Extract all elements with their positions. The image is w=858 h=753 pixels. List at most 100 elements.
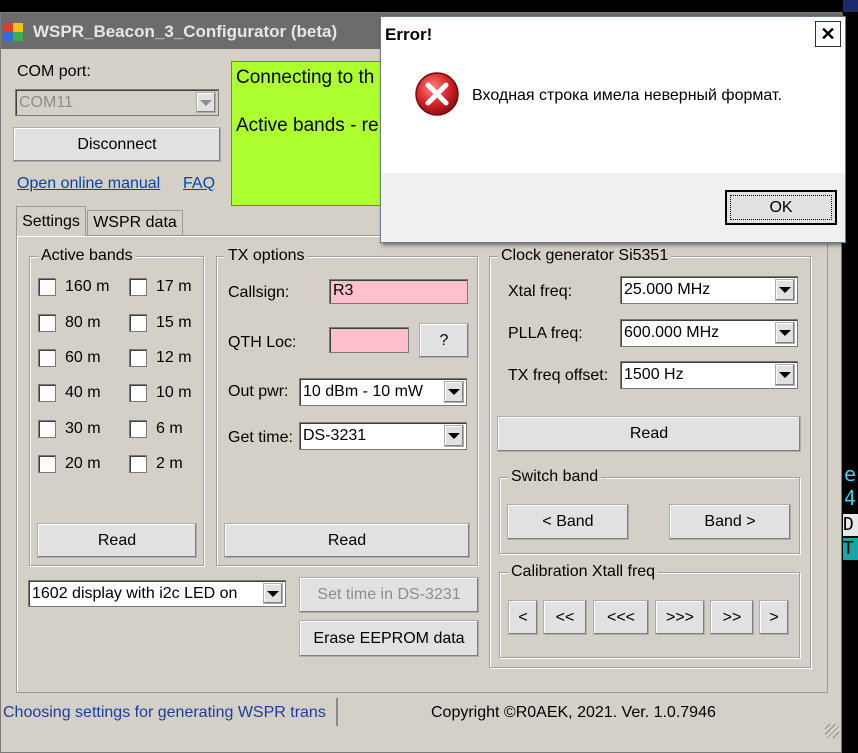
band-checkbox[interactable] [129, 455, 147, 473]
band-checkbox[interactable] [129, 384, 147, 402]
tx-options-group: TX options Callsign: R3 QTH Loc: ? Out p… [216, 247, 478, 566]
cal-up-3-button[interactable]: >>> [655, 600, 705, 635]
qth-input[interactable] [329, 327, 409, 353]
chevron-down-icon [444, 425, 464, 447]
display-select[interactable]: 1602 display with i2c LED on [28, 580, 286, 607]
dialog-title: Error! [385, 25, 433, 44]
band-checkbox[interactable] [38, 455, 56, 473]
out-pwr-select[interactable]: 10 dBm - 10 mW [299, 378, 467, 406]
next-band-button[interactable]: Band > [669, 504, 791, 540]
background-char: 4 [844, 486, 857, 510]
callsign-input[interactable]: R3 [329, 279, 468, 304]
disconnect-button[interactable]: Disconnect [13, 127, 221, 162]
band-label: 17 m [156, 278, 192, 295]
calibration-title: Calibration Xtall freq [508, 563, 659, 581]
background-char: D [843, 514, 858, 536]
band-label: 6 m [156, 420, 183, 437]
erase-eeprom-button[interactable]: Erase EEPROM data [299, 620, 479, 657]
plla-freq-label: PLLA freq: [508, 325, 583, 342]
xtal-freq-select[interactable]: 25.000 MHz [620, 276, 798, 304]
chevron-down-icon [263, 583, 283, 604]
status-divider [336, 698, 338, 726]
band-label: 160 m [65, 278, 110, 295]
band-checkbox[interactable] [38, 314, 56, 332]
dialog-message: Входная строка имела неверный формат. [472, 87, 782, 104]
cal-down-1-button[interactable]: < [508, 600, 538, 635]
faq-link[interactable]: FAQ [183, 175, 215, 193]
band-checkbox[interactable] [38, 420, 56, 438]
clock-generator-title: Clock generator Si5351 [498, 247, 672, 265]
band-label: 15 m [156, 314, 192, 331]
console-line: Connecting to th [236, 67, 375, 88]
xtal-freq-label: Xtal freq: [508, 283, 573, 300]
cal-up-1-button[interactable]: > [759, 600, 789, 635]
clock-generator-group: Clock generator Si5351 Xtal freq: 25.000… [489, 247, 811, 668]
tx-read-button[interactable]: Read [224, 523, 470, 558]
background-window-edge [843, 0, 858, 12]
ok-button[interactable]: OK [725, 190, 837, 225]
callsign-label: Callsign: [228, 284, 290, 301]
console-output: Connecting to th Active bands - re [231, 61, 391, 206]
out-pwr-label: Out pwr: [228, 383, 289, 400]
background-char: T [843, 538, 858, 560]
band-label: 2 m [156, 455, 183, 472]
calibration-group: Calibration Xtall freq < << <<< >>> >> > [499, 563, 800, 658]
band-checkbox[interactable] [129, 420, 147, 438]
band-label: 10 m [156, 384, 192, 401]
switch-band-title: Switch band [508, 468, 602, 486]
band-checkbox[interactable] [38, 384, 56, 402]
get-time-select[interactable]: DS-3231 [299, 422, 467, 450]
chevron-down-icon [775, 364, 795, 386]
get-time-label: Get time: [228, 429, 293, 446]
set-time-button[interactable]: Set time in DS-3231 [299, 577, 479, 613]
status-bar: Choosing settings for generating WSPR tr… [1, 696, 841, 753]
ok-label: OK [769, 198, 793, 216]
clock-read-button[interactable]: Read [497, 416, 801, 452]
band-checkbox[interactable] [129, 278, 147, 296]
active-bands-title: Active bands [38, 247, 136, 265]
tab-wspr-data[interactable]: WSPR data [87, 210, 183, 235]
band-label: 20 m [65, 455, 101, 472]
switch-band-group: Switch band < Band Band > [499, 468, 800, 554]
close-icon[interactable]: ✕ [815, 21, 841, 47]
copyright-text: Copyright ©R0AEK, 2021. Ver. 1.0.7946 [431, 704, 716, 721]
chevron-down-icon [775, 322, 795, 344]
band-label: 30 m [65, 420, 101, 437]
band-checkbox[interactable] [129, 349, 147, 367]
qth-label: QTH Loc: [228, 334, 297, 351]
tx-freq-offset-label: TX freq offset: [508, 367, 609, 384]
window-title: WSPR_Beacon_3_Configurator (beta) [33, 22, 338, 41]
error-icon [415, 72, 459, 116]
tx-options-title: TX options [225, 247, 308, 265]
online-manual-link[interactable]: Open online manual [17, 175, 160, 193]
tx-freq-offset-select[interactable]: 1500 Hz [620, 361, 798, 389]
active-bands-group: Active bands 160 m 80 m 60 m 40 m 30 m 2… [29, 247, 204, 566]
cal-down-3-button[interactable]: <<< [593, 600, 649, 635]
band-label: 60 m [65, 349, 101, 366]
cal-down-2-button[interactable]: << [543, 600, 587, 635]
band-checkbox[interactable] [38, 278, 56, 296]
chevron-down-icon [196, 92, 216, 113]
resize-grip-icon[interactable] [825, 724, 839, 738]
tab-settings[interactable]: Settings [16, 206, 86, 236]
active-bands-read-button[interactable]: Read [37, 523, 197, 558]
background-window-fragment: e 4 D T [843, 460, 858, 560]
com-port-select[interactable]: COM11 [15, 89, 219, 116]
plla-freq-select[interactable]: 600.000 MHz [620, 319, 798, 347]
status-text: Choosing settings for generating WSPR tr… [3, 704, 326, 721]
error-dialog: Error! ✕ Входная строка имела неверный ф… [380, 16, 846, 243]
band-label: 80 m [65, 314, 101, 331]
dialog-body: Входная строка имела неверный формат. [381, 51, 845, 173]
cal-up-2-button[interactable]: >> [710, 600, 754, 635]
app-icon [3, 23, 23, 41]
band-checkbox[interactable] [129, 314, 147, 332]
com-port-label: COM port: [17, 63, 91, 80]
band-checkbox[interactable] [38, 349, 56, 367]
chevron-down-icon [444, 381, 464, 403]
qth-help-button[interactable]: ? [419, 323, 469, 358]
prev-band-button[interactable]: < Band [507, 504, 629, 540]
chevron-down-icon [775, 279, 795, 301]
band-label: 12 m [156, 349, 192, 366]
dialog-titlebar[interactable]: Error! ✕ [381, 17, 845, 51]
